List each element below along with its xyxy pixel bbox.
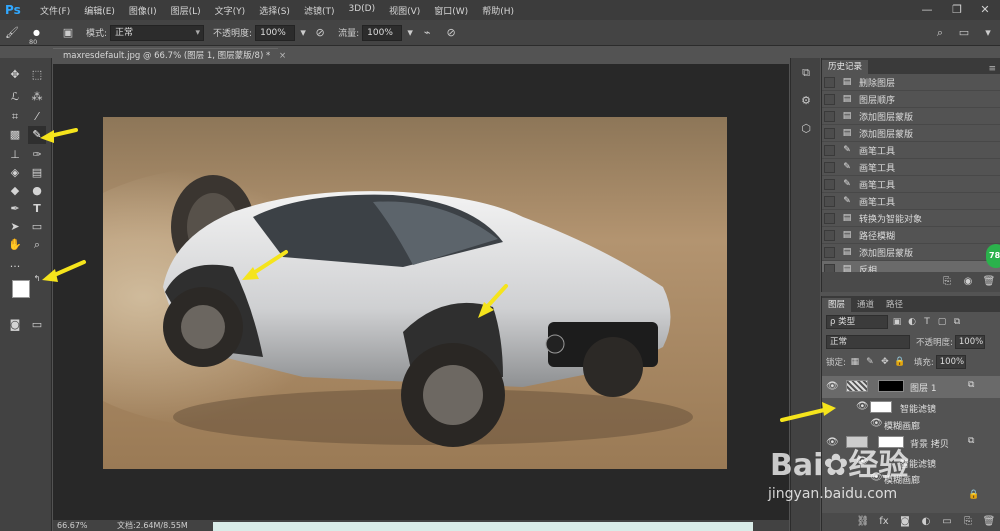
watermark-brand: Bai bbox=[770, 448, 824, 483]
arrowhead bbox=[42, 269, 58, 282]
arrow-to-layer-mask bbox=[780, 408, 826, 422]
baidu-watermark: Bai✿经验 jingyan.baidu.com bbox=[760, 440, 960, 530]
arrow-to-rear-fender bbox=[250, 250, 288, 276]
arrowhead bbox=[822, 402, 836, 416]
arrowhead bbox=[40, 130, 54, 143]
paw-icon: ✿ bbox=[823, 448, 849, 483]
watermark-url: jingyan.baidu.com bbox=[768, 486, 898, 502]
watermark-brand2: 经验 bbox=[848, 448, 909, 483]
arrow-to-color-swatches bbox=[50, 260, 86, 278]
arrow-to-front-fender bbox=[484, 284, 508, 310]
